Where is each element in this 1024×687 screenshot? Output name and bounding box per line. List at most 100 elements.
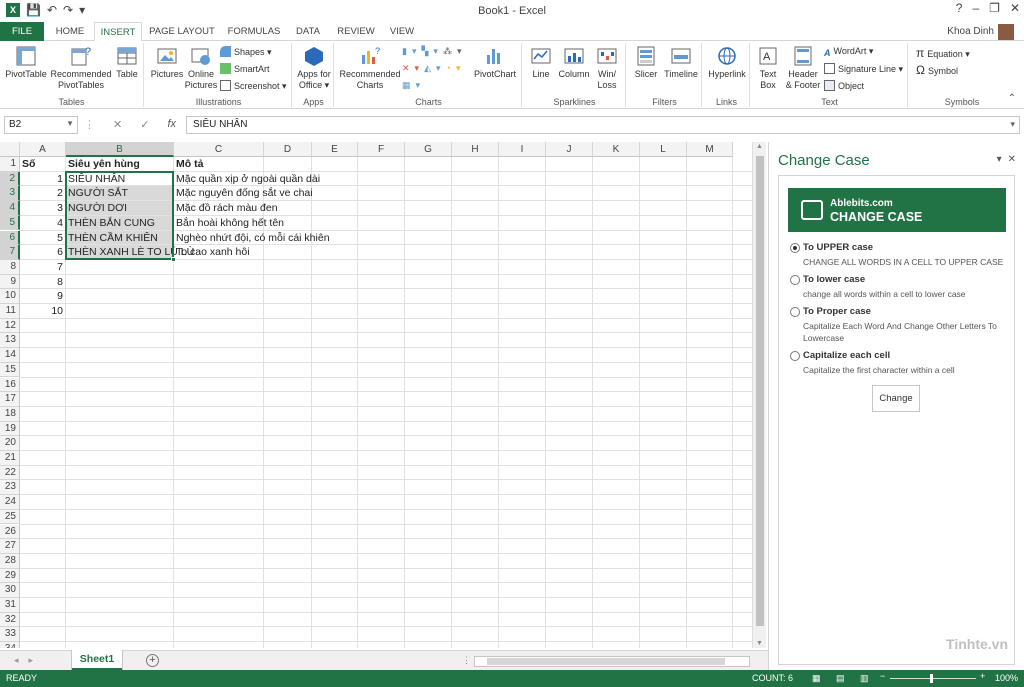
row-header-33[interactable]: 33: [0, 627, 20, 643]
sparkline-column-button[interactable]: Column: [556, 45, 592, 80]
sheet-nav-arrows[interactable]: ◂▸: [14, 655, 43, 666]
scroll-down-icon[interactable]: ▼: [756, 640, 763, 647]
row-header-11[interactable]: 11: [0, 304, 20, 319]
cell-a1[interactable]: Số: [20, 157, 66, 172]
bar-chart-icon[interactable]: ▦▾: [402, 80, 425, 90]
row-header-31[interactable]: 31: [0, 598, 20, 613]
row-header-13[interactable]: 13: [0, 333, 20, 349]
signature-line-button[interactable]: Signature Line ▾: [824, 63, 903, 75]
insert-function-button[interactable]: fx: [167, 118, 176, 131]
close-button[interactable]: ✕: [1010, 1, 1020, 15]
cell-b2[interactable]: SIÊU NHÂN: [66, 172, 174, 187]
column-header-j[interactable]: J: [546, 142, 593, 157]
apps-for-office-button[interactable]: Apps for Office ▾: [294, 45, 334, 91]
row-header-26[interactable]: 26: [0, 524, 20, 540]
column-header-i[interactable]: I: [499, 142, 546, 157]
line-chart-icon[interactable]: ✕▾: [402, 63, 424, 73]
column-header-e[interactable]: E: [312, 142, 358, 157]
table-button[interactable]: Table: [112, 45, 142, 80]
row-header-27[interactable]: 27: [0, 539, 20, 554]
tab-insert[interactable]: INSERT: [94, 22, 142, 42]
worksheet-grid[interactable]: A B C D E F G H I J K L M 1 2 3 4 5 6 7 8 9 10 11 12 13 14 15 16 17 18…: [0, 142, 752, 648]
zoom-in-icon[interactable]: +: [980, 671, 985, 681]
tab-home[interactable]: HOME: [50, 22, 90, 41]
row-header-20[interactable]: 20: [0, 436, 20, 451]
recommended-pivottables-button[interactable]: ? Recommended PivotTables: [50, 45, 112, 91]
row-header-15[interactable]: 15: [0, 362, 20, 378]
column-header-b[interactable]: B: [66, 142, 174, 157]
cell-a9[interactable]: 8: [20, 275, 66, 290]
expand-formula-bar-icon[interactable]: ▾: [1010, 119, 1015, 130]
pane-close-icon[interactable]: ✕: [1008, 154, 1016, 165]
online-pictures-button[interactable]: Online Pictures: [184, 45, 218, 91]
cell-c5[interactable]: Bắn hoài không hết tên: [174, 216, 284, 231]
column-header-g[interactable]: G: [405, 142, 452, 157]
row-header-1[interactable]: 1: [0, 157, 20, 172]
pane-options-icon[interactable]: ▾: [997, 154, 1002, 165]
waterfall-chart-icon[interactable]: ⁂▾: [443, 46, 467, 56]
column-header-k[interactable]: K: [593, 142, 640, 157]
row-header-7[interactable]: 7: [0, 245, 20, 260]
tab-page-layout[interactable]: PAGE LAYOUT: [146, 22, 218, 41]
radio-capitalize-cell[interactable]: [790, 351, 800, 361]
cell-a5[interactable]: 4: [20, 216, 66, 231]
smartart-button[interactable]: SmartArt: [220, 63, 270, 74]
pictures-button[interactable]: Pictures: [148, 45, 186, 80]
change-button[interactable]: Change: [872, 385, 920, 412]
collapse-ribbon-icon[interactable]: ⌃: [1008, 93, 1016, 104]
cell-c4[interactable]: Mặc đồ rách màu đen: [174, 201, 278, 216]
row-header-8[interactable]: 8: [0, 259, 20, 275]
user-name[interactable]: Khoa Dinh: [947, 26, 994, 37]
cell-c6[interactable]: Nghèo nhứt đội, có mỗi cái khiên: [174, 231, 330, 246]
add-sheet-button[interactable]: +: [146, 654, 159, 667]
cell-c3[interactable]: Mặc nguyên đống sắt ve chai: [174, 186, 313, 201]
column-header-h[interactable]: H: [452, 142, 499, 157]
row-header-6[interactable]: 6: [0, 230, 20, 246]
cell-a2[interactable]: 1: [20, 172, 66, 187]
cell-c2[interactable]: Mặc quần xịp ở ngoài quần dài: [174, 172, 320, 187]
pie-chart-icon[interactable]: ◔▾: [446, 63, 466, 73]
zoom-slider-knob[interactable]: [930, 674, 933, 683]
cell-a6[interactable]: 5: [20, 231, 66, 246]
header-footer-button[interactable]: Header & Footer: [784, 45, 822, 91]
row-header-2[interactable]: 2: [0, 171, 20, 187]
status-count[interactable]: COUNT: 6: [752, 673, 793, 683]
screenshot-button[interactable]: Screenshot ▾: [220, 80, 287, 92]
column-header-f[interactable]: F: [358, 142, 405, 157]
cell-a4[interactable]: 3: [20, 201, 66, 216]
select-all-corner[interactable]: [0, 142, 20, 157]
sparkline-winloss-button[interactable]: Win/Loss: [592, 45, 622, 91]
zoom-slider[interactable]: [890, 678, 976, 679]
vertical-scroll-thumb[interactable]: [756, 156, 764, 626]
row-header-29[interactable]: 29: [0, 568, 20, 584]
symbol-button[interactable]: Ω Symbol: [916, 63, 958, 77]
cell-c1[interactable]: Mô tả: [174, 157, 264, 172]
cell-a8[interactable]: 7: [20, 260, 66, 275]
sheet-tab-sheet1[interactable]: Sheet1: [72, 650, 122, 670]
vertical-scrollbar[interactable]: ▲ ▼: [752, 142, 766, 648]
column-header-l[interactable]: L: [640, 142, 687, 157]
row-header-10[interactable]: 10: [0, 289, 20, 304]
column-header-a[interactable]: A: [20, 142, 66, 157]
row-header-32[interactable]: 32: [0, 612, 20, 628]
pivotchart-button[interactable]: PivotChart: [470, 45, 520, 80]
help-button[interactable]: ?: [956, 1, 963, 15]
cell-b1[interactable]: Siêu yên hùng: [66, 157, 174, 172]
chart-types-row-2[interactable]: ✕▾◭▾◔▾: [402, 63, 465, 74]
equation-button[interactable]: π Equation ▾: [916, 46, 970, 60]
wordart-button[interactable]: A WordArt ▾: [824, 46, 873, 59]
cancel-entry-button[interactable]: ✕: [113, 118, 122, 131]
tab-view[interactable]: VIEW: [384, 22, 420, 41]
cell-c7[interactable]: To cao xanh hôi: [174, 245, 264, 260]
row-header-4[interactable]: 4: [0, 201, 20, 216]
row-header-22[interactable]: 22: [0, 465, 20, 481]
row-header-17[interactable]: 17: [0, 392, 20, 407]
chart-types-row-3[interactable]: ▦▾: [402, 80, 425, 91]
horizontal-scrollbar[interactable]: [474, 656, 750, 667]
cell-b5[interactable]: THÈN BẮN CUNG: [66, 216, 174, 231]
cell-a7[interactable]: 6: [20, 245, 66, 260]
object-button[interactable]: Object: [824, 80, 864, 91]
restore-button[interactable]: ❐: [989, 1, 1000, 15]
shapes-button[interactable]: Shapes ▾: [220, 46, 272, 58]
tab-data[interactable]: DATA: [290, 22, 326, 41]
